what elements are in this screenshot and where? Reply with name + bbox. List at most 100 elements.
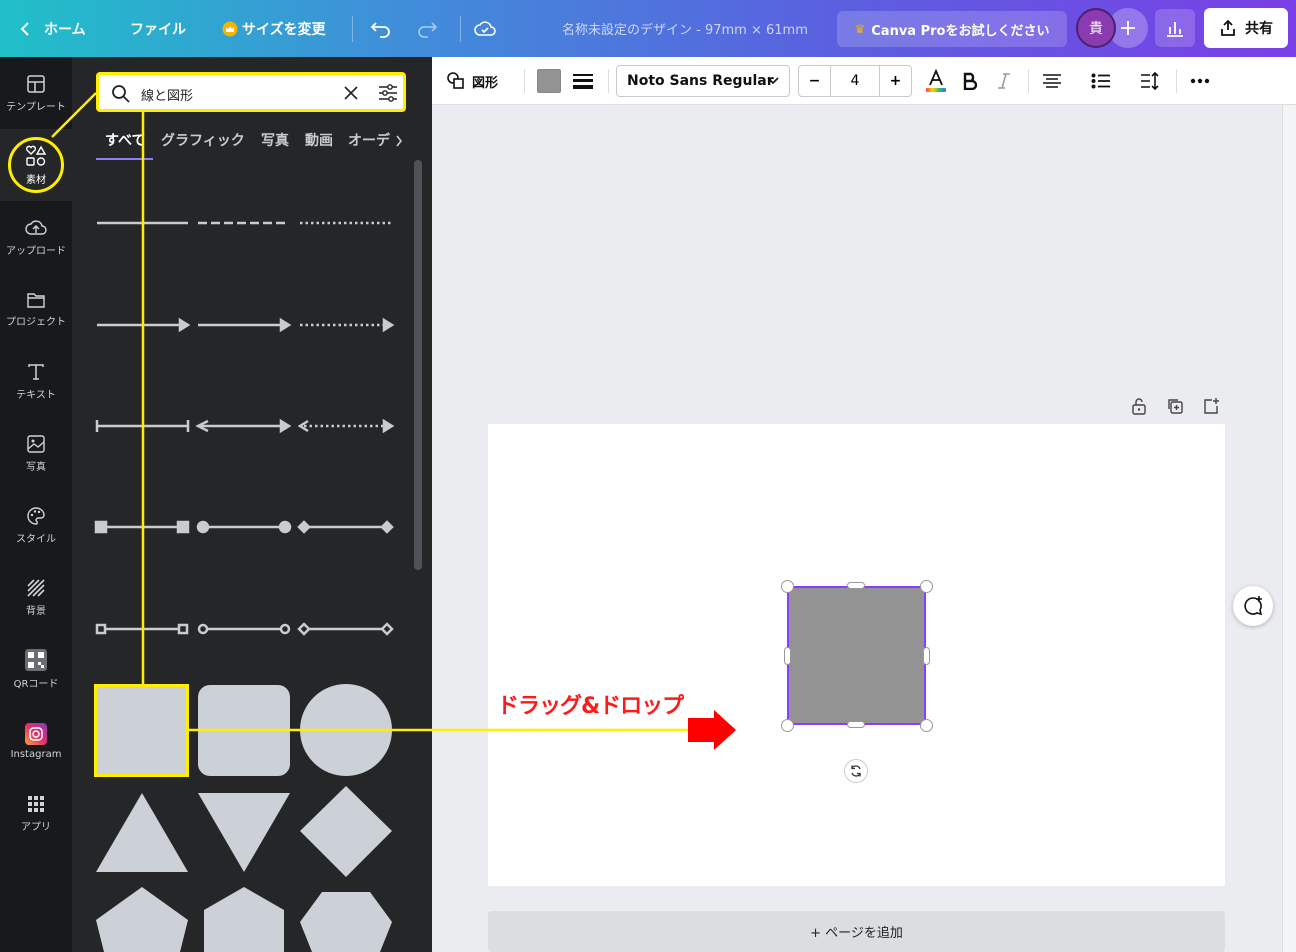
- shape-rounded-square[interactable]: [198, 685, 290, 776]
- rail-item-projects[interactable]: プロジェクト: [0, 273, 72, 345]
- shape-hexagon[interactable]: [204, 887, 284, 952]
- shape-octagon[interactable]: [300, 892, 392, 952]
- chevron-right-icon[interactable]: [395, 134, 403, 148]
- avatar[interactable]: 貴: [1076, 8, 1116, 48]
- divider: [352, 16, 353, 42]
- font-size-decrease[interactable]: −: [799, 66, 831, 96]
- resize-handle-left[interactable]: [784, 647, 791, 665]
- more-icon: [1190, 78, 1210, 84]
- shape-pentagon[interactable]: [96, 887, 188, 952]
- double-arrow[interactable]: [195, 418, 292, 434]
- crown-icon: [222, 21, 238, 36]
- elements-highlight-circle: [8, 137, 64, 193]
- resize-handle-bottom[interactable]: [847, 721, 865, 728]
- design-title[interactable]: 名称未設定のデザイン - 97mm × 61mm: [562, 0, 808, 57]
- add-comment-button[interactable]: [1233, 586, 1273, 626]
- italic-button[interactable]: [997, 57, 1011, 105]
- redo-button[interactable]: [416, 0, 438, 57]
- search-input[interactable]: 線と図形: [141, 85, 193, 104]
- add-page-label: + ページを追加: [810, 926, 903, 941]
- rail-item-background[interactable]: 背景: [0, 561, 72, 633]
- search-field[interactable]: 線と図形: [96, 72, 406, 112]
- insights-button[interactable]: [1155, 9, 1195, 47]
- more-options-button[interactable]: [1190, 57, 1210, 105]
- bullet-list-icon: [1091, 73, 1110, 89]
- duplicate-page-button[interactable]: [1165, 396, 1185, 416]
- align-center-icon: [1043, 74, 1061, 88]
- line-open-square-ends[interactable]: [95, 623, 189, 635]
- text-color-button[interactable]: [924, 57, 948, 105]
- rotate-handle[interactable]: [844, 759, 868, 783]
- font-size-stepper[interactable]: − 4 +: [798, 65, 912, 97]
- avatar-initial: 貴: [1089, 21, 1103, 37]
- arrow-solid-2[interactable]: [198, 317, 292, 333]
- line-square-ends[interactable]: [94, 520, 190, 534]
- shape-icon: [447, 72, 464, 89]
- rail-label: テンプレート: [6, 101, 66, 113]
- arrow-solid[interactable]: [97, 317, 191, 333]
- resize-handle-top-left[interactable]: [781, 580, 794, 593]
- rail-item-templates[interactable]: テンプレート: [0, 57, 72, 129]
- fill-color-swatch[interactable]: [537, 69, 561, 93]
- resize-handle-top[interactable]: [847, 582, 865, 589]
- resize-button[interactable]: サイズを変更: [222, 0, 326, 57]
- add-page-button-small[interactable]: [1201, 396, 1221, 416]
- selected-square-shape[interactable]: [787, 586, 926, 725]
- double-arrow-dotted[interactable]: [297, 418, 395, 434]
- try-pro-button[interactable]: ♛ Canva Proをお試しください: [837, 11, 1067, 47]
- tab-graphics[interactable]: グラフィック: [161, 130, 245, 150]
- rail-item-instagram[interactable]: Instagram: [0, 705, 72, 777]
- line-circle-ends[interactable]: [196, 520, 292, 534]
- rail-item-photos[interactable]: 写真: [0, 417, 72, 489]
- add-page-button[interactable]: + ページを追加: [488, 911, 1225, 952]
- line-diamond-ends[interactable]: [297, 520, 394, 534]
- shape-inverted-triangle[interactable]: [198, 793, 290, 872]
- shape-diamond[interactable]: [300, 786, 392, 877]
- spacing-button[interactable]: [1140, 57, 1160, 105]
- tab-videos[interactable]: 動画: [305, 130, 333, 150]
- resize-handle-bottom-right[interactable]: [920, 719, 933, 732]
- shape-label: 図形: [472, 75, 499, 91]
- cloud-save-button[interactable]: [474, 0, 496, 57]
- line-bar-ends[interactable]: [95, 420, 190, 432]
- shape-triangle[interactable]: [96, 793, 188, 872]
- rail-item-apps[interactable]: アプリ: [0, 777, 72, 849]
- rail-item-uploads[interactable]: アップロード: [0, 201, 72, 273]
- panel-scrollbar[interactable]: [414, 160, 422, 570]
- rail-item-qr[interactable]: QRコード: [0, 633, 72, 705]
- resize-handle-right[interactable]: [923, 647, 930, 665]
- file-label: ファイル: [130, 21, 186, 38]
- canvas-scrollbar[interactable]: [1282, 105, 1296, 952]
- resize-handle-top-right[interactable]: [920, 580, 933, 593]
- file-menu[interactable]: ファイル: [130, 0, 186, 57]
- tab-audio[interactable]: オーデ: [348, 130, 390, 150]
- shape-button[interactable]: 図形: [446, 57, 498, 105]
- line-spacing-icon: [1141, 72, 1159, 90]
- undo-button[interactable]: [370, 0, 392, 57]
- divider: [608, 69, 609, 93]
- bold-button[interactable]: [962, 57, 978, 105]
- list-button[interactable]: [1091, 57, 1111, 105]
- rail-item-styles[interactable]: スタイル: [0, 489, 72, 561]
- font-size-increase[interactable]: +: [879, 66, 911, 96]
- rail-item-text[interactable]: テキスト: [0, 345, 72, 417]
- lock-page-button[interactable]: [1129, 396, 1149, 416]
- tab-photos[interactable]: 写真: [261, 130, 289, 150]
- align-button[interactable]: [1042, 57, 1062, 105]
- line-open-diamond-ends[interactable]: [297, 622, 394, 636]
- filter-icon[interactable]: [377, 83, 399, 103]
- resize-handle-bottom-left[interactable]: [781, 719, 794, 732]
- home-button[interactable]: ホーム: [20, 0, 86, 57]
- share-label: 共有: [1245, 21, 1273, 37]
- font-size-value[interactable]: 4: [831, 66, 879, 96]
- line-open-circle-ends[interactable]: [197, 623, 291, 635]
- tab-all[interactable]: すべて: [105, 130, 145, 150]
- share-button[interactable]: 共有: [1204, 8, 1288, 48]
- square-highlight-box: [94, 684, 189, 777]
- arrow-dotted[interactable]: [300, 317, 395, 333]
- border-style-button[interactable]: [572, 57, 594, 105]
- close-icon[interactable]: [343, 85, 359, 101]
- font-family-select[interactable]: Noto Sans Regular: [616, 65, 790, 97]
- shape-circle[interactable]: [300, 684, 392, 776]
- upload-icon: [25, 219, 47, 235]
